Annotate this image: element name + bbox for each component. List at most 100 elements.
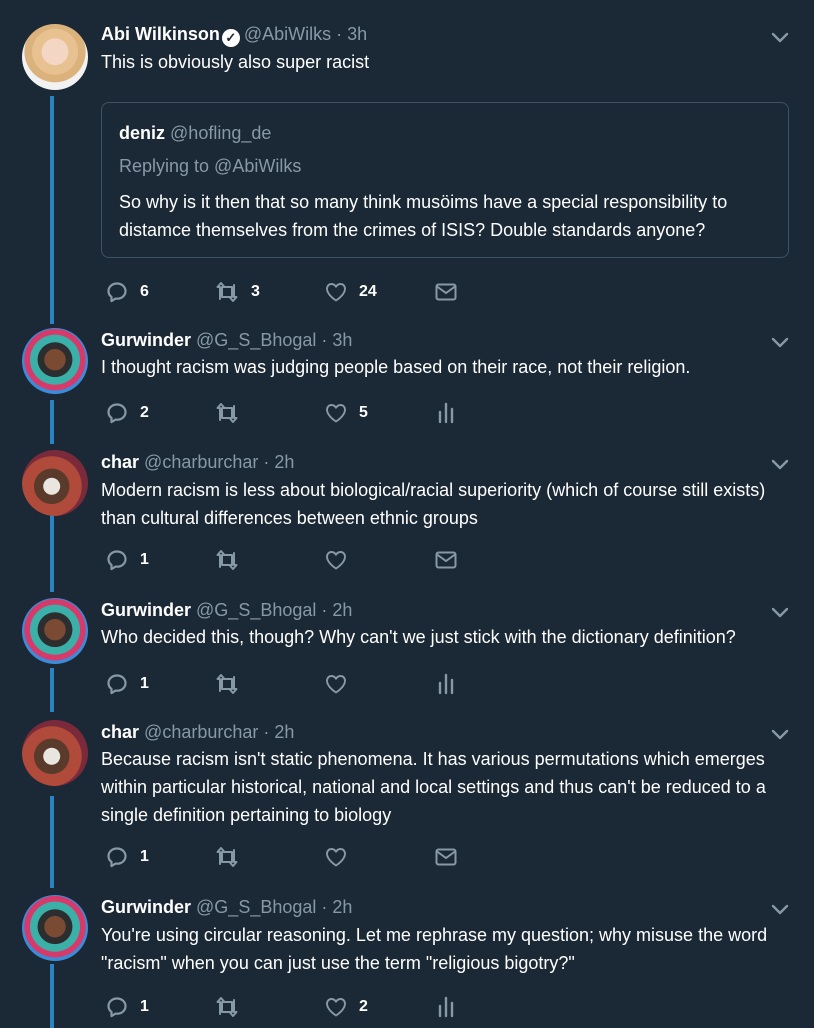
replying-to: Replying to @AbiWilks (119, 156, 302, 176)
avatar[interactable] (22, 598, 88, 664)
like-count: 24 (359, 283, 377, 300)
like-button[interactable]: 2 (324, 994, 368, 1020)
retweet-button[interactable] (214, 994, 240, 1020)
reply-button[interactable]: 1 (105, 844, 149, 870)
direct-message-button[interactable] (434, 279, 458, 305)
tweet-text: Modern racism is less about biological/r… (101, 480, 766, 528)
direct-message-button[interactable] (434, 547, 458, 573)
analytics-icon (434, 672, 458, 696)
reply-count: 1 (140, 998, 149, 1015)
analytics-button[interactable] (434, 400, 458, 426)
tweet-text: This is obviously also super racist (101, 52, 370, 72)
like-button[interactable] (324, 547, 348, 573)
timestamp[interactable]: · 2h (321, 897, 352, 917)
reply-count: 6 (140, 283, 149, 300)
author-name[interactable]: char (101, 452, 139, 472)
author-name[interactable]: Gurwinder (101, 897, 191, 917)
tweet-header: Gurwinder @G_S_Bhogal · 3h (101, 330, 352, 351)
avatar[interactable] (22, 720, 88, 786)
retweet-button[interactable] (214, 547, 240, 573)
tweet-actions: 2 5 (101, 400, 481, 426)
analytics-icon (434, 401, 458, 425)
quoted-author-handle: @hofling_de (170, 123, 272, 143)
reply-button[interactable]: 1 (105, 994, 149, 1020)
retweet-button[interactable] (214, 400, 251, 426)
reply-icon (105, 548, 129, 572)
like-icon (324, 672, 348, 696)
like-icon (324, 845, 348, 869)
quoted-tweet-text: So why is it then that so many think mus… (119, 192, 728, 240)
reply-icon (105, 995, 129, 1019)
direct-message-button[interactable] (434, 844, 458, 870)
retweet-icon (214, 401, 240, 425)
reply-icon (105, 401, 129, 425)
timestamp[interactable]: · 3h (321, 330, 352, 350)
author-handle[interactable]: @G_S_Bhogal (196, 330, 316, 350)
like-button[interactable]: 5 (324, 400, 368, 426)
author-name[interactable]: Gurwinder (101, 330, 191, 350)
chevron-down-icon[interactable] (770, 335, 790, 349)
reply-count: 1 (140, 551, 149, 568)
chevron-down-icon[interactable] (770, 605, 790, 619)
author-handle[interactable]: @charburchar (144, 722, 258, 742)
mail-icon (434, 845, 458, 869)
like-icon (324, 280, 348, 304)
retweet-count: 3 (251, 283, 260, 300)
avatar[interactable] (22, 450, 88, 516)
author-handle[interactable]: @G_S_Bhogal (196, 897, 316, 917)
like-button[interactable]: 24 (324, 279, 377, 305)
retweet-button[interactable] (214, 671, 240, 697)
author-name[interactable]: char (101, 722, 139, 742)
reply-button[interactable]: 6 (105, 279, 149, 305)
retweet-icon (214, 548, 240, 572)
reply-icon (105, 845, 129, 869)
mail-icon (434, 548, 458, 572)
like-count: 2 (359, 998, 368, 1015)
like-count: 5 (359, 404, 368, 421)
reply-button[interactable]: 1 (105, 547, 149, 573)
quoted-tweet[interactable]: deniz @hofling_de Replying to @AbiWilks … (101, 102, 789, 258)
reply-icon (105, 672, 129, 696)
thread-line (50, 96, 54, 324)
like-icon (324, 995, 348, 1019)
tweet-text: You're using circular reasoning. Let me … (101, 925, 768, 973)
timestamp[interactable]: · 2h (321, 600, 352, 620)
tweet-actions: 1 (101, 671, 481, 697)
retweet-icon (214, 845, 240, 869)
chevron-down-icon[interactable] (770, 30, 790, 44)
retweet-button[interactable] (214, 844, 240, 870)
author-name[interactable]: Abi Wilkinson (101, 24, 220, 44)
timestamp[interactable]: · 3h (336, 24, 367, 44)
reply-count: 1 (140, 848, 149, 865)
like-button[interactable] (324, 671, 348, 697)
author-handle[interactable]: @AbiWilks (244, 24, 331, 44)
tweet-header: char @charburchar · 2h (101, 452, 294, 473)
tweet-actions: 6 3 24 (101, 279, 481, 305)
tweet-text: I thought racism was judging people base… (101, 357, 691, 377)
tweet-actions: 1 (101, 547, 481, 573)
chevron-down-icon[interactable] (770, 457, 790, 471)
chevron-down-icon[interactable] (770, 902, 790, 916)
reply-button[interactable]: 1 (105, 671, 149, 697)
author-name[interactable]: Gurwinder (101, 600, 191, 620)
like-icon (324, 548, 348, 572)
quoted-author-name: deniz (119, 123, 166, 143)
like-button[interactable] (324, 844, 348, 870)
retweet-icon (214, 672, 240, 696)
analytics-button[interactable] (434, 994, 458, 1020)
author-handle[interactable]: @charburchar (144, 452, 258, 472)
thread-line (50, 668, 54, 712)
analytics-button[interactable] (434, 671, 458, 697)
thread-line (50, 964, 54, 1028)
chevron-down-icon[interactable] (770, 727, 790, 741)
avatar[interactable] (22, 895, 88, 961)
timestamp[interactable]: · 2h (263, 452, 294, 472)
retweet-button[interactable]: 3 (214, 279, 260, 305)
avatar[interactable] (22, 328, 88, 394)
reply-button[interactable]: 2 (105, 400, 149, 426)
avatar[interactable] (22, 24, 88, 90)
timestamp[interactable]: · 2h (263, 722, 294, 742)
reply-count: 1 (140, 675, 149, 692)
quoted-tweet-header: deniz @hofling_de (119, 123, 271, 144)
author-handle[interactable]: @G_S_Bhogal (196, 600, 316, 620)
